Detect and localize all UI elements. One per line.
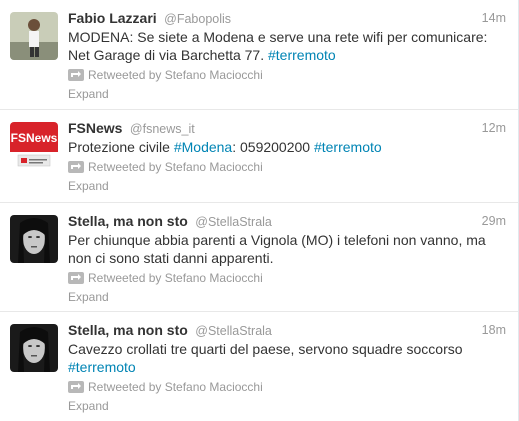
retweet-icon xyxy=(68,69,84,81)
avatar[interactable] xyxy=(10,324,58,372)
expand-link[interactable]: Expand xyxy=(68,178,506,194)
expand-link[interactable]: Expand xyxy=(68,289,506,305)
avatar[interactable]: FSNews xyxy=(10,122,58,170)
hashtag-link[interactable]: #terremoto xyxy=(314,139,382,155)
person-avatar-icon xyxy=(10,12,58,60)
tweet-fullname[interactable]: Stella, ma non sto xyxy=(68,322,188,338)
tweet-text-segment: Cavezzo crollati tre quarti del paese, s… xyxy=(68,341,463,357)
tweet-username[interactable]: @StellaStrala xyxy=(195,324,272,338)
portrait-avatar-icon xyxy=(10,324,58,372)
retweet-icon xyxy=(68,272,84,284)
retweet-context: Retweeted by Stefano Maciocchi xyxy=(68,379,506,395)
hashtag-link[interactable]: #Modena xyxy=(174,139,232,155)
tweet-fullname[interactable]: Fabio Lazzari xyxy=(68,10,157,26)
tweet-text: Protezione civile #Modena: 059200200 #te… xyxy=(68,138,506,156)
tweet-username[interactable]: @fsnews_it xyxy=(130,122,195,136)
tweet[interactable]: Fabio Lazzari @Fabopolis 14m MODENA: Se … xyxy=(0,0,518,110)
tweet-stream: Fabio Lazzari @Fabopolis 14m MODENA: Se … xyxy=(0,0,519,421)
tweet[interactable]: Stella, ma non sto @StellaStrala 29m Per… xyxy=(0,203,518,312)
avatar[interactable] xyxy=(10,215,58,263)
retweet-context: Retweeted by Stefano Maciocchi xyxy=(68,270,506,286)
portrait-avatar-icon xyxy=(10,215,58,263)
retweet-icon xyxy=(68,381,84,393)
tweet-timestamp[interactable]: 14m xyxy=(482,9,506,27)
hashtag-link[interactable]: #terremoto xyxy=(68,359,136,375)
retweet-context: Retweeted by Stefano Maciocchi xyxy=(68,159,506,175)
tweet-username[interactable]: @StellaStrala xyxy=(195,215,272,229)
retweeted-by-label[interactable]: Retweeted by Stefano Maciocchi xyxy=(88,160,263,174)
retweeted-by-label[interactable]: Retweeted by Stefano Maciocchi xyxy=(88,68,263,82)
retweet-context: Retweeted by Stefano Maciocchi xyxy=(68,67,506,83)
retweeted-by-label[interactable]: Retweeted by Stefano Maciocchi xyxy=(88,271,263,285)
retweet-icon xyxy=(68,161,84,173)
tweet-timestamp[interactable]: 18m xyxy=(482,321,506,339)
tweet[interactable]: FSNews FSNews @fsnews_it 12m Protezione … xyxy=(0,110,518,203)
tweet-timestamp[interactable]: 12m xyxy=(482,119,506,137)
expand-link[interactable]: Expand xyxy=(68,398,506,414)
tweet-text-segment: : 059200200 xyxy=(232,139,314,155)
tweet-text-segment: Protezione civile xyxy=(68,139,174,155)
tweet-timestamp[interactable]: 29m xyxy=(482,212,506,230)
tweet-fullname[interactable]: Stella, ma non sto xyxy=(68,213,188,229)
expand-link[interactable]: Expand xyxy=(68,86,506,102)
tweet-fullname[interactable]: FSNews xyxy=(68,120,122,136)
tweet-text: Per chiunque abbia parenti a Vignola (MO… xyxy=(68,231,506,267)
hashtag-link[interactable]: #terremoto xyxy=(268,47,336,63)
fsnews-logo-icon: FSNews xyxy=(10,122,58,170)
tweet-text: MODENA: Se siete a Modena e serve una re… xyxy=(68,28,506,64)
tweet-text: Cavezzo crollati tre quarti del paese, s… xyxy=(68,340,506,376)
tweet[interactable]: Stella, ma non sto @StellaStrala 18m Cav… xyxy=(0,312,518,421)
avatar-logo-text: FSNews xyxy=(11,131,58,145)
tweet-text-segment: Per chiunque abbia parenti a Vignola (MO… xyxy=(68,232,486,266)
avatar[interactable] xyxy=(10,12,58,60)
tweet-username[interactable]: @Fabopolis xyxy=(164,12,231,26)
retweeted-by-label[interactable]: Retweeted by Stefano Maciocchi xyxy=(88,380,263,394)
